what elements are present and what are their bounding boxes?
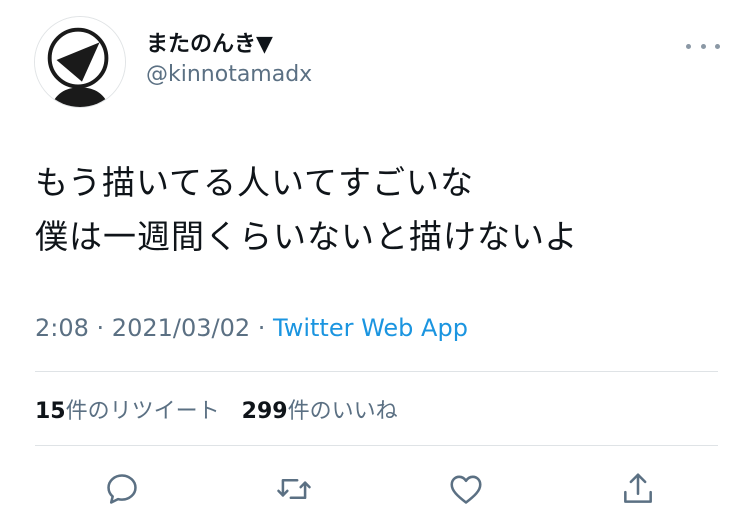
retweet-icon — [277, 479, 311, 499]
retweet-count: 15 — [35, 399, 66, 424]
divider — [35, 445, 718, 446]
user-handle[interactable]: @kinnotamadx — [146, 62, 312, 87]
display-name[interactable]: またのんき▼ — [146, 26, 273, 58]
share-button[interactable] — [616, 467, 660, 511]
avatar[interactable] — [34, 16, 126, 108]
tweet-time[interactable]: 2:08 — [35, 314, 89, 342]
reply-icon — [107, 474, 137, 504]
like-button[interactable] — [444, 467, 488, 511]
retweet-button[interactable] — [272, 467, 316, 511]
tweet-text: もう描いてる人いてすごいな 僕は一週間くらいないと描けないよ — [35, 156, 725, 264]
retweet-stat[interactable]: 15件のリツイート — [35, 399, 220, 424]
meta-separator: · — [88, 314, 112, 342]
divider — [35, 371, 718, 372]
avatar-image — [35, 17, 125, 107]
like-count: 299 — [241, 399, 288, 424]
share-icon — [624, 473, 652, 503]
more-horizontal-icon — [686, 43, 691, 49]
tweet-date[interactable]: 2021/03/02 — [112, 314, 250, 342]
tweet-line: 僕は一週間くらいないと描けないよ — [35, 217, 579, 256]
heart-icon — [450, 475, 482, 504]
more-options-button[interactable] — [686, 36, 720, 56]
meta-separator: · — [250, 314, 274, 342]
reply-button[interactable] — [100, 467, 144, 511]
like-label: 件のいいね — [287, 399, 398, 424]
tweet-source-link[interactable]: Twitter Web App — [273, 314, 468, 342]
tweet-stats: 15件のリツイート 299件のいいね — [35, 393, 398, 425]
tweet-meta: 2:08 · 2021/03/02 · Twitter Web App — [35, 314, 468, 342]
action-bar — [100, 467, 660, 511]
like-stat[interactable]: 299件のいいね — [242, 399, 398, 424]
retweet-label: 件のリツイート — [65, 399, 220, 424]
tweet-line: もう描いてる人いてすごいな — [35, 163, 475, 202]
